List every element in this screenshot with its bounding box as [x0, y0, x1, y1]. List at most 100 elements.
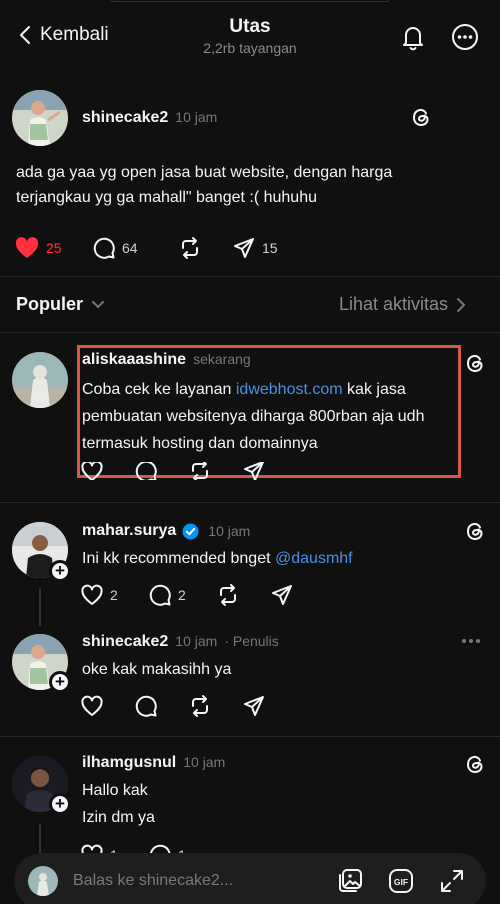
avatar-image	[12, 90, 68, 146]
repost-icon[interactable]	[188, 694, 212, 718]
comment-count: 2	[178, 587, 186, 603]
avatar[interactable]	[12, 352, 68, 408]
gif-icon: GIF	[389, 869, 413, 893]
avatar[interactable]	[12, 90, 68, 146]
image-icon	[339, 869, 362, 892]
mention-link[interactable]: @dausmhf	[275, 550, 353, 567]
username[interactable]: shinecake2	[82, 109, 168, 127]
expand-button[interactable]	[438, 867, 466, 895]
reply-actions	[80, 462, 266, 480]
avatar-image	[28, 866, 58, 896]
header: Kembali Utas 2,2rb tayangan	[0, 0, 500, 72]
reply-text: Coba cek ke layanan idwebhost.com kak ja…	[82, 376, 452, 457]
threads-logo-icon	[467, 354, 483, 372]
follow-plus-button[interactable]: +	[49, 671, 71, 693]
send-icon	[272, 585, 292, 605]
like-button[interactable]: 25	[14, 236, 92, 260]
avatar-image	[12, 352, 68, 408]
heart-icon	[81, 584, 103, 605]
comment-count: 64	[122, 240, 138, 256]
heart-filled-icon	[15, 237, 39, 258]
send-icon[interactable]	[242, 694, 266, 718]
thread-line	[39, 588, 41, 626]
divider	[0, 736, 500, 737]
notifications-button[interactable]	[398, 22, 428, 52]
status-pill-outline	[110, 0, 390, 2]
username[interactable]: shinecake2	[82, 633, 168, 651]
reply-link[interactable]: idwebhost.com	[236, 381, 343, 398]
comment-icon	[93, 237, 115, 259]
reply-time: 10 jam	[208, 523, 251, 539]
follow-plus-button[interactable]: +	[49, 560, 71, 582]
share-button[interactable]	[270, 583, 294, 607]
divider	[0, 332, 500, 333]
reply-actions	[80, 694, 266, 718]
image-attach-button[interactable]	[336, 867, 364, 895]
repost-icon[interactable]	[188, 462, 212, 480]
divider	[0, 502, 500, 503]
reply-text: Ini kk recommended bnget @dausmhf	[82, 546, 353, 571]
send-icon	[234, 238, 254, 258]
like-button[interactable]: 2	[80, 583, 148, 607]
threads-logo-button[interactable]	[462, 518, 488, 544]
sort-label: Populer	[16, 294, 84, 314]
comment-icon	[149, 584, 171, 606]
repost-icon	[182, 237, 198, 259]
repost-icon	[220, 584, 236, 606]
repost-button[interactable]	[216, 583, 270, 607]
more-horizontal-icon	[462, 639, 480, 643]
reply-text-start: Coba cek ke layanan	[82, 381, 236, 398]
more-options-button[interactable]	[450, 22, 480, 52]
username[interactable]: ilhamgusnul	[82, 754, 176, 772]
heart-icon[interactable]	[80, 462, 104, 480]
threads-logo-button[interactable]	[462, 751, 488, 777]
sort-dropdown[interactable]: Populer	[16, 294, 105, 315]
reply-text: oke kak makasihh ya	[82, 661, 232, 678]
chevron-down-icon	[92, 300, 105, 308]
svg-text:GIF: GIF	[394, 877, 408, 887]
expand-icon	[441, 870, 463, 892]
send-icon[interactable]	[242, 462, 266, 480]
chevron-right-icon	[457, 297, 466, 312]
composer-avatar	[28, 866, 58, 896]
share-button[interactable]: 15	[232, 236, 278, 260]
comment-icon[interactable]	[134, 462, 158, 480]
gif-button[interactable]: GIF	[387, 867, 415, 895]
comment-button[interactable]: 64	[92, 236, 178, 260]
username[interactable]: aliskaaashine	[82, 351, 186, 369]
threads-logo-button[interactable]	[462, 350, 488, 376]
heart-icon[interactable]	[80, 694, 104, 718]
post-time: 10 jam	[175, 109, 218, 125]
username[interactable]: mahar.surya	[82, 522, 176, 540]
more-circle-icon	[452, 24, 478, 50]
threads-logo-icon	[467, 755, 483, 773]
thread-line	[39, 824, 41, 854]
post-text: ada ga yaa yg open jasa buat website, de…	[16, 164, 393, 206]
threads-logo-icon	[467, 522, 483, 540]
follow-plus-button[interactable]: +	[49, 793, 71, 815]
reply-text-start: Ini kk recommended bnget	[82, 550, 275, 567]
reply-time: sekarang	[193, 351, 251, 367]
threads-logo-button[interactable]	[408, 104, 434, 130]
comment-button[interactable]: 2	[148, 583, 216, 607]
more-button[interactable]	[460, 633, 482, 649]
reply-composer[interactable]: Balas ke shinecake2... GIF	[14, 853, 486, 904]
repost-button[interactable]	[178, 236, 220, 260]
reply-input-placeholder[interactable]: Balas ke shinecake2...	[73, 872, 233, 890]
share-count: 15	[262, 240, 278, 256]
divider	[0, 276, 500, 277]
like-count: 2	[110, 587, 118, 603]
reply-actions: 2 2	[80, 583, 294, 607]
reply-time: 10 jam	[183, 754, 226, 770]
view-activity-link[interactable]: Lihat aktivitas	[339, 294, 466, 315]
author-tag: · Penulis	[224, 633, 279, 649]
bell-icon	[403, 27, 423, 51]
activity-label: Lihat aktivitas	[339, 294, 449, 314]
threads-logo-icon	[413, 108, 429, 126]
reply-time: 10 jam	[175, 633, 218, 649]
reply-text-line-1: Hallo kak	[82, 782, 148, 799]
verified-badge-icon	[182, 523, 199, 539]
post-actions: 25 64 15	[14, 236, 278, 260]
reply-text-line-2: Izin dm ya	[82, 809, 155, 826]
comment-icon[interactable]	[134, 694, 158, 718]
